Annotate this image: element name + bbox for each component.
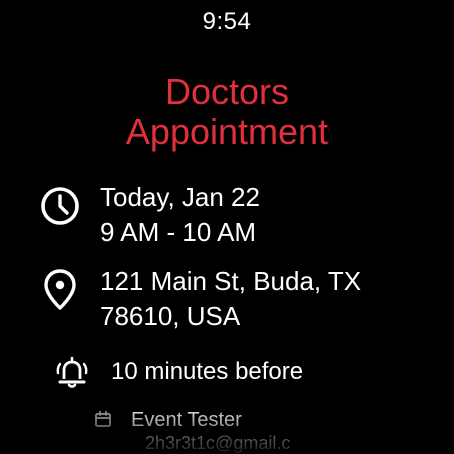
event-account-name: Event Tester [131,409,242,431]
bell-icon [56,356,88,388]
event-detail-screen: 9:54 Doctors Appointment Today, Jan 22 9… [0,0,454,454]
event-date: Today, Jan 22 [100,182,260,212]
calendar-account-icon [95,411,111,427]
event-reminder-text: 10 minutes before [111,358,304,385]
event-title-line-2: Appointment [125,111,329,152]
event-title: Doctors Appointment [0,72,454,152]
event-account-email: 2h3r3t1c@gmail.c [145,433,291,453]
location-pin-icon [44,269,76,310]
clock-icon [41,187,79,225]
event-time-text: Today, Jan 22 9 AM - 10 AM [100,180,260,250]
event-time-range: 9 AM - 10 AM [100,217,257,247]
event-title-line-1: Doctors [164,71,290,112]
clock-time: 9:54 [202,8,252,35]
event-location-line-1: 121 Main St, Buda, TX [100,266,362,296]
event-location-line-2: 78610, USA [100,301,241,331]
event-location-text: 121 Main St, Buda, TX 78610, USA [100,264,361,334]
